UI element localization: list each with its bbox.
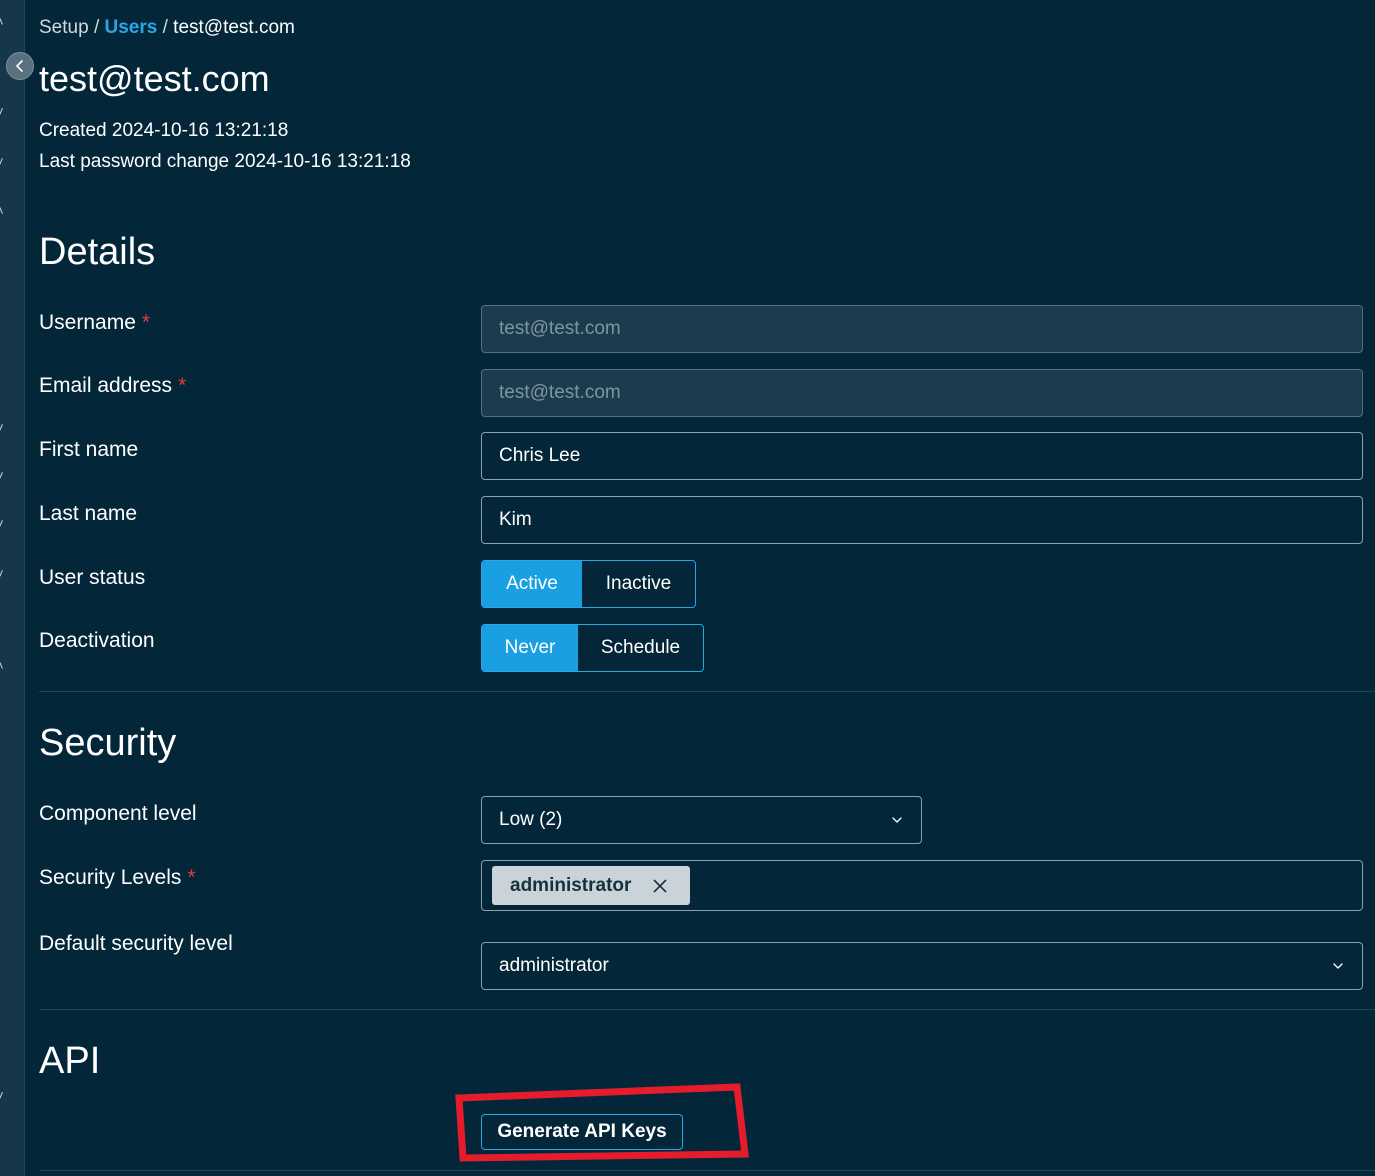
user-status-toggle: Active Inactive — [481, 560, 696, 608]
default-security-level-label: Default security level — [39, 932, 233, 955]
breadcrumb-separator: / — [93, 17, 100, 38]
username-input — [481, 305, 1363, 353]
default-security-level-select[interactable]: administrator — [481, 942, 1363, 990]
component-level-select[interactable]: Low (2) — [481, 796, 922, 844]
email-label: Email address * — [39, 374, 186, 398]
generate-api-keys-button[interactable]: Generate API Keys — [481, 1114, 683, 1150]
sidebar-chevron-icon[interactable]: ˅ — [0, 567, 8, 580]
required-marker: * — [141, 311, 151, 334]
required-marker: * — [187, 866, 196, 889]
username-label: Username * — [39, 311, 150, 335]
deactivation-schedule-option[interactable]: Schedule — [578, 625, 703, 671]
chevron-down-icon — [890, 813, 904, 827]
deactivation-toggle: Never Schedule — [481, 624, 704, 672]
last-password-change: Last password change 2024-10-16 13:21:18 — [39, 151, 411, 172]
sidebar-chevron-icon[interactable]: ˄ — [0, 15, 8, 28]
collapse-sidebar-button[interactable] — [6, 52, 34, 80]
first-name-label: First name — [39, 438, 139, 461]
username-label-text: Username — [39, 311, 136, 334]
sidebar-chevron-icon[interactable]: ˅ — [0, 421, 8, 434]
security-level-tag-label: administrator — [510, 874, 632, 896]
breadcrumb-setup[interactable]: Setup — [39, 17, 89, 38]
page-title: test@test.com — [39, 58, 270, 99]
sidebar-chevron-icon[interactable]: ˅ — [0, 1089, 8, 1102]
close-icon[interactable] — [648, 874, 672, 898]
security-levels-input[interactable]: administrator — [481, 860, 1363, 911]
security-levels-label-text: Security Levels — [39, 866, 182, 889]
details-heading: Details — [39, 231, 156, 273]
component-level-label: Component level — [39, 802, 197, 825]
created-timestamp: Created 2024-10-16 13:21:18 — [39, 120, 289, 141]
user-status-active-option[interactable]: Active — [482, 561, 582, 607]
api-heading: API — [39, 1040, 101, 1082]
sidebar-chevron-icon[interactable]: ˅ — [0, 105, 8, 118]
email-label-text: Email address — [39, 374, 173, 397]
security-levels-label: Security Levels * — [39, 866, 196, 890]
section-divider — [39, 691, 1375, 692]
sidebar: ˄ ˅ ˅ ˄ ˅ ˅ ˅ ˅ ˄ ˅ — [0, 0, 25, 1176]
deactivation-never-option[interactable]: Never — [482, 625, 578, 671]
chevron-down-icon — [1331, 959, 1345, 973]
section-divider — [39, 1170, 1375, 1171]
user-status-label: User status — [39, 566, 146, 589]
security-level-tag: administrator — [492, 866, 690, 905]
breadcrumb-current: test@test.com — [173, 17, 295, 38]
sidebar-chevron-icon[interactable]: ˅ — [0, 469, 8, 482]
deactivation-label: Deactivation — [39, 629, 155, 652]
user-status-inactive-option[interactable]: Inactive — [582, 561, 695, 607]
breadcrumb-separator: / — [162, 17, 168, 38]
security-heading: Security — [39, 722, 177, 764]
breadcrumb-users-link[interactable]: Users — [105, 17, 158, 38]
sidebar-chevron-icon[interactable]: ˅ — [0, 155, 8, 168]
last-name-label: Last name — [39, 502, 138, 525]
chevron-left-icon — [16, 60, 23, 72]
required-marker: * — [178, 374, 187, 397]
sidebar-chevron-icon[interactable]: ˄ — [0, 204, 8, 217]
email-input — [481, 369, 1363, 417]
breadcrumb: Setup / Users / test@test.com — [39, 17, 295, 39]
section-divider — [39, 1009, 1375, 1010]
sidebar-chevron-icon[interactable]: ˄ — [0, 659, 8, 672]
last-name-input[interactable] — [481, 496, 1363, 544]
default-security-level-value: administrator — [499, 955, 609, 976]
first-name-input[interactable] — [481, 432, 1363, 480]
component-level-value: Low (2) — [499, 809, 563, 830]
sidebar-chevron-icon[interactable]: ˅ — [0, 517, 8, 530]
